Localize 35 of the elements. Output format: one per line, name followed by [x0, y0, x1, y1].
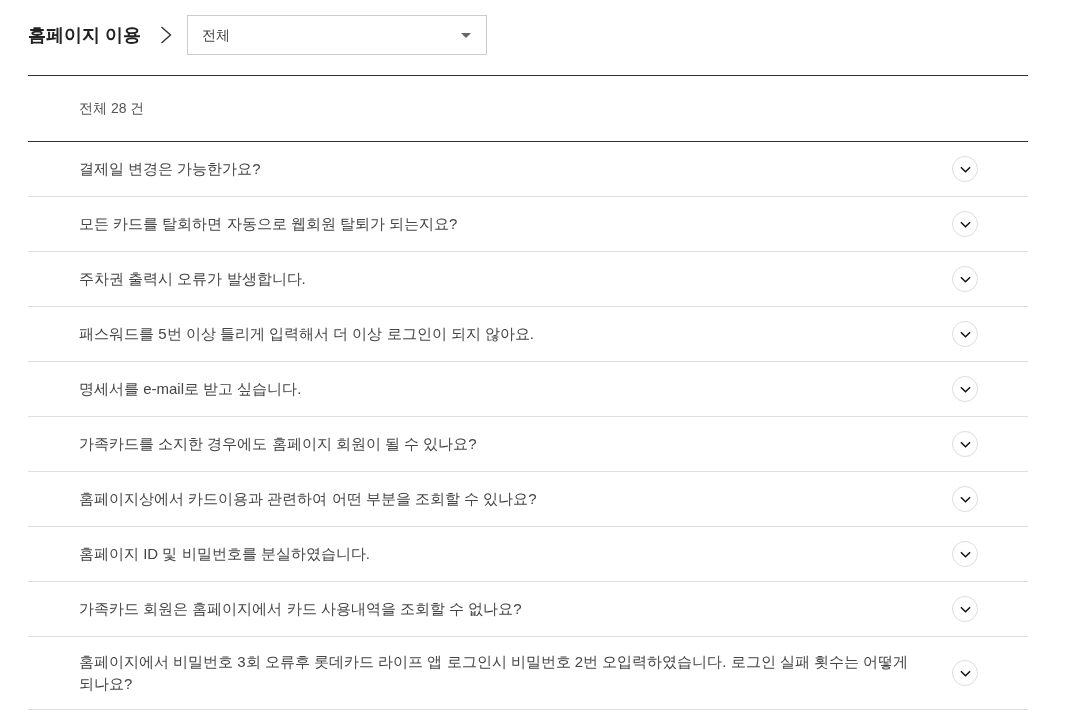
- chevron-down-icon: [959, 220, 971, 228]
- faq-question[interactable]: 주차권 출력시 오류가 발생합니다.: [79, 268, 306, 290]
- expand-button[interactable]: [952, 596, 978, 622]
- page-title: 홈페이지 이용: [28, 23, 141, 47]
- expand-button[interactable]: [952, 431, 978, 457]
- faq-question[interactable]: 홈페이지 ID 및 비밀번호를 분실하였습니다.: [79, 543, 370, 565]
- expand-button[interactable]: [952, 156, 978, 182]
- chevron-down-icon: [959, 495, 971, 503]
- expand-button[interactable]: [952, 266, 978, 292]
- expand-button[interactable]: [952, 541, 978, 567]
- caret-down-icon: [461, 32, 471, 38]
- chevron-down-icon: [959, 440, 971, 448]
- faq-question[interactable]: 명세서를 e-mail로 받고 싶습니다.: [79, 378, 302, 400]
- expand-button[interactable]: [952, 376, 978, 402]
- total-count: 전체 28 건: [79, 99, 145, 118]
- chevron-right-icon: [160, 26, 172, 44]
- faq-question[interactable]: 홈페이지에서 비밀번호 3회 오류후 롯데카드 라이프 앱 로그인시 비밀번호 2번 오입력하였습니다. 로그인 실패 횟수는 어떻게 되나요?: [79, 651, 909, 695]
- chevron-down-icon: [959, 330, 971, 338]
- expand-button[interactable]: [952, 211, 978, 237]
- expand-button[interactable]: [952, 321, 978, 347]
- chevron-down-icon: [959, 669, 971, 677]
- faq-question[interactable]: 패스워드를 5번 이상 틀리게 입력해서 더 이상 로그인이 되지 않아요.: [79, 323, 535, 345]
- expand-button[interactable]: [952, 486, 978, 512]
- chevron-down-icon: [959, 275, 971, 283]
- chevron-down-icon: [959, 550, 971, 558]
- expand-button[interactable]: [952, 660, 978, 686]
- faq-question[interactable]: 모든 카드를 탈회하면 자동으로 웹회원 탈퇴가 되는지요?: [79, 213, 458, 235]
- chevron-down-icon: [959, 385, 971, 393]
- faq-question[interactable]: 가족카드 회원은 홈페이지에서 카드 사용내역을 조회할 수 없나요?: [79, 598, 522, 620]
- chevron-down-icon: [959, 605, 971, 613]
- faq-question[interactable]: 가족카드를 소지한 경우에도 홈페이지 회원이 될 수 있나요?: [79, 433, 477, 455]
- faq-question[interactable]: 결제일 변경은 가능한가요?: [79, 158, 261, 180]
- category-select[interactable]: 전체: [187, 15, 487, 55]
- chevron-down-icon: [959, 165, 971, 173]
- faq-question[interactable]: 홈페이지상에서 카드이용과 관련하여 어떤 부분을 조회할 수 있나요?: [79, 488, 537, 510]
